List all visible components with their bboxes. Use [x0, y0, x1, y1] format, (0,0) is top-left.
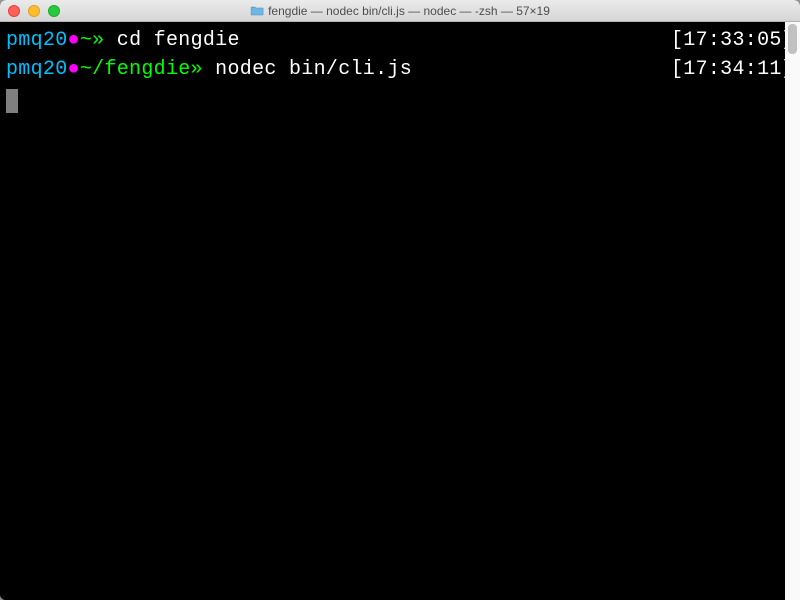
timestamp: [17:34:11] [671, 55, 794, 84]
traffic-lights [8, 5, 60, 17]
prompt-arrow: » [92, 26, 104, 55]
prompt-dot: ● [68, 26, 80, 55]
command-text: cd fengdie [117, 26, 240, 55]
prompt-arrow: » [191, 55, 203, 84]
command-text: nodec bin/cli.js [215, 55, 412, 84]
prompt-path: ~/fengdie [80, 55, 191, 84]
titlebar[interactable]: fengdie — nodec bin/cli.js — nodec — -zs… [0, 0, 800, 22]
maximize-button[interactable] [48, 5, 60, 17]
window-title: fengdie — nodec bin/cli.js — nodec — -zs… [268, 4, 550, 18]
prompt-path: ~ [80, 26, 92, 55]
timestamp: [17:33:05] [671, 26, 794, 55]
terminal-line: pmq20●~/fengdie» nodec bin/cli.js [17:34… [6, 55, 794, 84]
terminal-line: pmq20●~» cd fengdie [17:33:05] [6, 26, 794, 55]
prompt-user: pmq20 [6, 26, 68, 55]
cursor-line [6, 84, 794, 113]
scrollbar-thumb[interactable] [788, 24, 797, 54]
terminal-body[interactable]: pmq20●~» cd fengdie [17:33:05] pmq20●~/f… [0, 22, 800, 600]
minimize-button[interactable] [28, 5, 40, 17]
folder-icon [250, 5, 264, 16]
prompt-user: pmq20 [6, 55, 68, 84]
cursor [6, 89, 18, 113]
window-title-container: fengdie — nodec bin/cli.js — nodec — -zs… [250, 4, 550, 18]
close-button[interactable] [8, 5, 20, 17]
scrollbar[interactable] [785, 22, 800, 600]
terminal-window: fengdie — nodec bin/cli.js — nodec — -zs… [0, 0, 800, 600]
prompt-dot: ● [68, 55, 80, 84]
